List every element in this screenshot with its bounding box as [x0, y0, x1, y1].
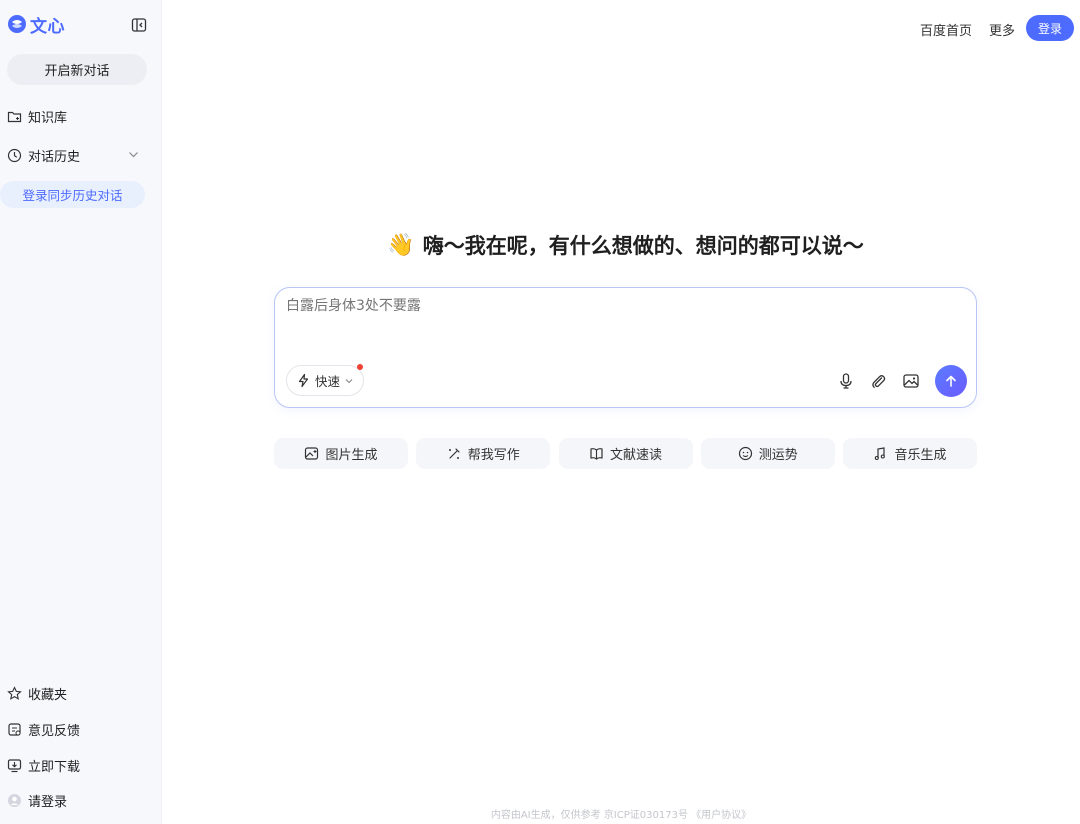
image-gen-icon: [304, 446, 319, 461]
folder-icon: [7, 109, 22, 124]
sidebar-item-chat-history[interactable]: 对话历史: [7, 145, 80, 165]
sidebar: 文心 开启新对话 知识库 对话历史 登录同步历史对话 收藏夹 意见反馈 立即下载…: [0, 0, 162, 824]
logo[interactable]: 文心: [7, 12, 65, 37]
greeting-heading: 👋 嗨～我在呢，有什么想做的、想问的都可以说～: [274, 230, 977, 260]
quick-action-fortune[interactable]: 测运势: [700, 438, 835, 469]
chevron-down-icon[interactable]: [127, 148, 140, 161]
sidebar-item-label: 对话历史: [28, 149, 81, 165]
quick-action-label: 测运势: [758, 448, 798, 463]
download-icon: [7, 758, 22, 773]
star-icon: [7, 685, 22, 701]
wave-emoji: 👋: [387, 232, 415, 258]
attach-file-button[interactable]: [869, 372, 887, 390]
more-link[interactable]: 更多: [989, 20, 1015, 39]
quick-action-image-gen[interactable]: 图片生成: [274, 438, 408, 469]
new-chat-button[interactable]: 开启新对话: [7, 54, 147, 85]
quick-action-writing[interactable]: 帮我写作: [416, 438, 551, 469]
baidu-home-link[interactable]: 百度首页: [920, 20, 972, 39]
send-button[interactable]: [935, 365, 967, 397]
brand-name: 文心: [30, 16, 65, 37]
sidebar-toggle-icon: [131, 17, 146, 32]
quick-action-doc-reading[interactable]: 文献速读: [558, 438, 693, 469]
footer-disclaimer: 内容由AI生成，仅供参考 京ICP证030173号 《用户协议》: [490, 810, 752, 821]
clock-icon: [7, 148, 22, 163]
arrow-up-icon: [946, 375, 956, 387]
microphone-icon: [840, 373, 852, 389]
quick-actions: 图片生成 帮我写作 文献速读 测运势 音乐生成: [274, 438, 977, 469]
sidebar-item-favorites[interactable]: 收藏夹: [7, 683, 67, 703]
quick-action-label: 图片生成: [325, 448, 378, 463]
mode-selector-button[interactable]: 快速: [286, 365, 364, 396]
sidebar-item-download[interactable]: 立即下载: [7, 755, 80, 775]
image-icon: [903, 374, 919, 388]
music-icon: [873, 446, 888, 461]
sidebar-item-label: 收藏夹: [28, 687, 68, 703]
sidebar-item-label: 请登录: [28, 794, 68, 810]
sidebar-item-label: 知识库: [28, 110, 68, 126]
quick-action-label: 文献速读: [609, 448, 662, 463]
collapse-sidebar-button[interactable]: [130, 16, 147, 33]
sidebar-item-label: 立即下载: [28, 759, 81, 775]
greeting-text: 嗨～我在呢，有什么想做的、想问的都可以说～: [422, 234, 864, 258]
sidebar-item-knowledge-base[interactable]: 知识库: [7, 106, 67, 126]
mode-label: 快速: [315, 374, 341, 389]
wenxin-logo-icon: [8, 15, 26, 33]
fortune-icon: [738, 446, 753, 461]
chat-input-box: 快速: [274, 287, 977, 408]
pen-icon: [447, 446, 462, 461]
book-icon: [589, 446, 604, 461]
new-badge-dot: [357, 364, 363, 370]
avatar-icon: [7, 793, 22, 808]
quick-action-label: 帮我写作: [467, 448, 520, 463]
login-button[interactable]: 登录: [1026, 15, 1074, 41]
paperclip-icon: [872, 375, 886, 388]
sidebar-item-label: 意见反馈: [28, 723, 81, 739]
quick-action-label: 音乐生成: [894, 448, 947, 463]
lightning-icon: [298, 373, 309, 388]
quick-action-music[interactable]: 音乐生成: [843, 438, 977, 469]
voice-input-button[interactable]: [837, 372, 855, 390]
sidebar-item-feedback[interactable]: 意见反馈: [7, 719, 80, 739]
chevron-down-icon: [345, 378, 353, 383]
upload-image-button[interactable]: [902, 372, 920, 390]
login-sync-history-button[interactable]: 登录同步历史对话: [0, 181, 145, 208]
chat-input[interactable]: [286, 298, 946, 314]
feedback-icon: [7, 722, 22, 737]
sidebar-item-login[interactable]: 请登录: [7, 790, 67, 810]
